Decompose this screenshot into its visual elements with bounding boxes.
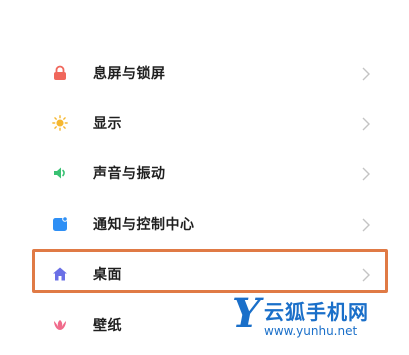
settings-item-notifications[interactable]: 通知与控制中心 (0, 199, 409, 249)
chevron-right-icon (361, 116, 371, 131)
settings-list: 息屏与锁屏 显示 声音与振动 通知与控制中心 桌面 壁纸 Y 云狐手机网 www… (0, 0, 409, 355)
watermark-logo: Y (232, 290, 261, 337)
settings-item-label: 通知与控制中心 (93, 217, 195, 233)
sun-icon (52, 115, 68, 131)
settings-item-lock-screen[interactable]: 息屏与锁屏 (0, 48, 409, 98)
settings-item-display[interactable]: 显示 (0, 98, 409, 148)
settings-item-label: 声音与振动 (93, 166, 166, 182)
notification-icon (52, 216, 68, 232)
watermark-url: www.yunhu.net (264, 324, 358, 338)
chevron-right-icon (361, 217, 371, 232)
tulip-icon (52, 317, 68, 333)
watermark-brand: 云狐手机网 (264, 300, 369, 324)
chevron-right-icon (361, 166, 371, 181)
settings-item-label: 显示 (93, 116, 122, 132)
settings-item-label: 息屏与锁屏 (93, 66, 166, 82)
chevron-right-icon (361, 66, 371, 81)
lock-icon (52, 65, 68, 81)
settings-item-label: 壁纸 (93, 318, 122, 334)
watermark: Y 云狐手机网 www.yunhu.net (232, 292, 402, 350)
speaker-icon (52, 165, 68, 181)
settings-item-sound[interactable]: 声音与振动 (0, 148, 409, 198)
highlight-annotation (32, 249, 388, 293)
